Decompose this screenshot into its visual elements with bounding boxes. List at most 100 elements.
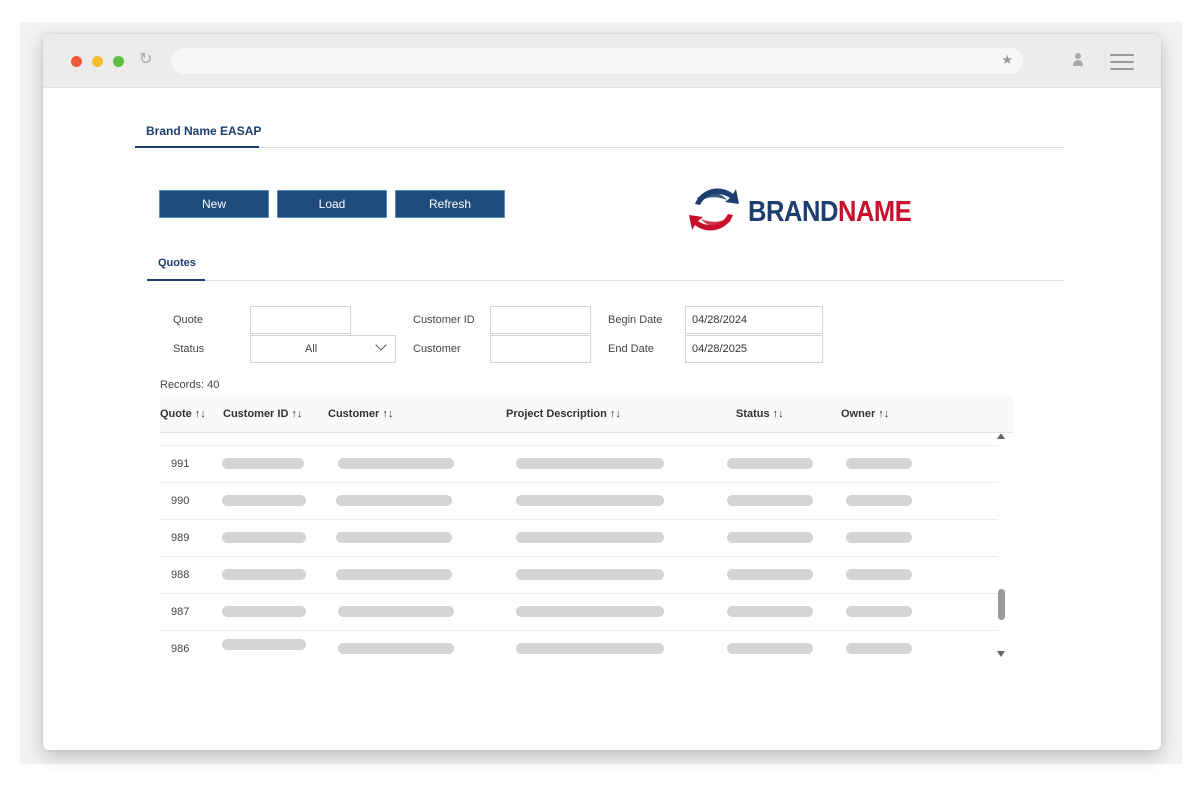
sort-icon[interactable]: ↑↓ [382, 408, 393, 420]
table-row[interactable]: 992 [160, 434, 998, 446]
subtab-divider [147, 280, 1065, 281]
begin-date-input[interactable]: 04/28/2024 [685, 306, 823, 334]
redacted-cell [846, 532, 912, 543]
hamburger-menu-icon[interactable] [1110, 54, 1134, 70]
customer-filter-input[interactable] [490, 335, 591, 363]
customer-filter-label: Customer [413, 343, 461, 355]
brand-wordmark-part2: NAME [837, 196, 912, 228]
end-date-label: End Date [608, 343, 654, 355]
status-filter-label: Status [173, 343, 205, 355]
redacted-cell [516, 643, 664, 654]
column-header-label: Project Description [506, 408, 607, 420]
redacted-cell [516, 495, 664, 506]
table-row[interactable]: 987 [160, 594, 998, 631]
tab-quotes[interactable]: Quotes [158, 257, 196, 269]
redacted-cell [727, 458, 813, 469]
bookmark-star-icon[interactable]: ★ [1001, 52, 1013, 68]
table-row[interactable]: 991 [160, 446, 998, 483]
quote-cell: 986 [171, 643, 190, 655]
table-header: Quote ↑↓ Customer ID ↑↓ Customer ↑↓ Project… [160, 395, 1013, 433]
redacted-cell [336, 532, 452, 543]
table-body: 992 991 990 [160, 434, 1013, 675]
table-row[interactable]: 990 [160, 483, 998, 520]
scrollbar-thumb[interactable] [998, 589, 1005, 620]
quote-cell: 988 [171, 569, 190, 581]
records-count: Records: 40 [160, 379, 220, 391]
active-tab-indicator [135, 146, 259, 148]
sort-icon[interactable]: ↑↓ [878, 408, 889, 420]
redacted-cell [222, 606, 306, 617]
brand-wordmark-part1: BRAND [748, 196, 838, 228]
customer-id-filter-label: Customer ID [413, 314, 475, 326]
profile-icon[interactable] [1072, 53, 1084, 67]
minimize-window-button[interactable] [92, 56, 103, 67]
reload-icon[interactable]: ↻ [139, 49, 152, 69]
brand-logo-mark-icon [689, 188, 739, 231]
quote-cell: 991 [171, 458, 190, 470]
tab-divider [135, 147, 1065, 148]
redacted-cell [516, 458, 664, 469]
redacted-cell [846, 495, 912, 506]
column-header-project-description[interactable]: Project Description ↑↓ [506, 408, 621, 420]
status-filter-select[interactable]: All [250, 335, 396, 363]
customer-id-filter-input[interactable] [490, 306, 591, 334]
redacted-cell [727, 495, 813, 506]
redacted-cell [338, 458, 454, 469]
new-button[interactable]: New [159, 190, 269, 218]
redacted-cell [846, 458, 912, 469]
status-filter-value: All [305, 343, 318, 355]
sort-icon[interactable]: ↑↓ [291, 408, 302, 420]
begin-date-label: Begin Date [608, 314, 663, 326]
quote-cell: 990 [171, 495, 190, 507]
load-button[interactable]: Load [277, 190, 387, 218]
close-window-button[interactable] [71, 56, 82, 67]
redacted-cell [222, 532, 306, 543]
redacted-cell [222, 639, 306, 650]
quotes-table: Quote ↑↓ Customer ID ↑↓ Customer ↑↓ Project… [160, 395, 1013, 675]
column-header-customer-id[interactable]: Customer ID ↑↓ [223, 408, 302, 420]
column-header-owner[interactable]: Owner ↑↓ [841, 408, 889, 420]
end-date-input[interactable]: 04/28/2025 [685, 335, 823, 363]
column-header-label: Customer [328, 408, 380, 420]
address-bar[interactable]: ★ [171, 48, 1023, 74]
sort-icon[interactable]: ↑↓ [610, 408, 621, 420]
redacted-cell [222, 495, 306, 506]
sort-icon[interactable]: ↑↓ [195, 408, 206, 420]
browser-chrome: ↻ ★ [43, 34, 1161, 88]
redacted-cell [727, 532, 813, 543]
sort-icon[interactable]: ↑↓ [773, 408, 784, 420]
redacted-cell [222, 569, 306, 580]
redacted-cell [516, 569, 664, 580]
brand-logo: BRANDNAME [687, 182, 917, 238]
column-header-label: Customer ID [223, 408, 289, 420]
quote-cell: 989 [171, 532, 190, 544]
column-header-customer[interactable]: Customer ↑↓ [328, 408, 393, 420]
tab-brand-name-easap[interactable]: Brand Name EASAP [146, 124, 261, 138]
table-row[interactable]: 986 [160, 631, 998, 668]
column-header-quote[interactable]: Quote ↑↓ [160, 408, 206, 420]
redacted-cell [727, 643, 813, 654]
redacted-cell [727, 606, 813, 617]
scroll-down-arrow-icon[interactable] [997, 651, 1005, 657]
column-header-status[interactable]: Status ↑↓ [736, 408, 784, 420]
quote-filter-input[interactable] [250, 306, 351, 334]
quote-cell: 987 [171, 606, 190, 618]
table-row[interactable]: 988 [160, 557, 998, 594]
refresh-button[interactable]: Refresh [395, 190, 505, 218]
redacted-cell [222, 458, 304, 469]
redacted-cell [846, 569, 912, 580]
redacted-cell [516, 532, 664, 543]
scroll-up-arrow-icon[interactable] [997, 434, 1005, 439]
redacted-cell [516, 606, 664, 617]
column-header-label: Quote [160, 408, 192, 420]
table-row[interactable]: 989 [160, 520, 998, 557]
redacted-cell [338, 643, 454, 654]
maximize-window-button[interactable] [113, 56, 124, 67]
redacted-cell [846, 643, 912, 654]
redacted-cell [846, 606, 912, 617]
redacted-cell [336, 495, 452, 506]
app-content: Brand Name EASAP New Load Refresh BRANDN… [43, 88, 1161, 750]
column-header-label: Status [736, 408, 770, 420]
redacted-cell [336, 569, 452, 580]
quote-filter-label: Quote [173, 314, 203, 326]
